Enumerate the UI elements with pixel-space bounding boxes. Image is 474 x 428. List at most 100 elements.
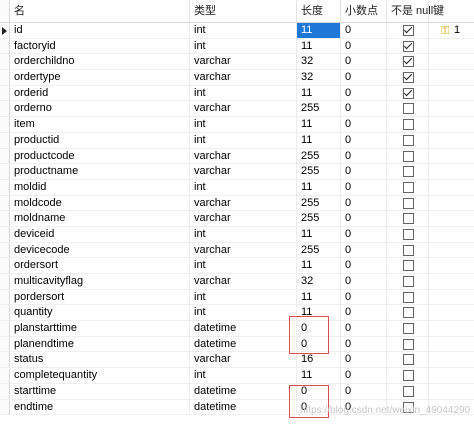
- field-type-cell[interactable]: varchar: [190, 274, 297, 290]
- field-type-cell[interactable]: int: [190, 289, 297, 306]
- not-null-checkbox[interactable]: [403, 244, 414, 256]
- row-indicator[interactable]: [0, 211, 10, 227]
- field-not-null-cell[interactable]: [387, 242, 429, 259]
- not-null-checkbox[interactable]: [403, 213, 414, 225]
- field-name-cell[interactable]: id: [10, 23, 190, 39]
- field-not-null-cell[interactable]: [387, 368, 429, 384]
- field-type-cell[interactable]: varchar: [190, 54, 297, 71]
- field-length-cell[interactable]: 11: [297, 38, 341, 55]
- table-row[interactable]: pordersort int 11 0: [0, 289, 474, 306]
- row-indicator[interactable]: [0, 258, 10, 274]
- field-decimals-cell[interactable]: 0: [341, 117, 387, 133]
- field-not-null-cell[interactable]: [387, 211, 429, 227]
- table-row[interactable]: ordertype varchar 32 0: [0, 70, 474, 86]
- field-key-cell[interactable]: [429, 101, 474, 118]
- field-key-cell[interactable]: [429, 180, 474, 196]
- field-not-null-cell[interactable]: [387, 132, 429, 149]
- table-row[interactable]: deviceid int 11 0: [0, 226, 474, 243]
- table-row[interactable]: starttime datetime 0 0: [0, 383, 474, 400]
- row-indicator[interactable]: [0, 164, 10, 180]
- not-null-checkbox[interactable]: [403, 150, 414, 162]
- field-not-null-cell[interactable]: [387, 321, 429, 337]
- field-key-cell[interactable]: [429, 164, 474, 180]
- field-type-cell[interactable]: int: [190, 179, 297, 196]
- field-name-cell[interactable]: deviceid: [10, 226, 190, 243]
- row-indicator[interactable]: [0, 85, 10, 102]
- field-type-cell[interactable]: datetime: [190, 321, 297, 337]
- field-key-cell[interactable]: [429, 337, 474, 353]
- field-not-null-cell[interactable]: [387, 352, 429, 369]
- not-null-checkbox[interactable]: [403, 56, 414, 68]
- table-row[interactable]: moldname varchar 255 0: [0, 211, 474, 227]
- not-null-checkbox[interactable]: [403, 40, 414, 52]
- field-length-cell[interactable]: 255: [297, 195, 341, 212]
- field-key-cell[interactable]: [429, 384, 474, 400]
- row-indicator[interactable]: [0, 195, 10, 212]
- field-key-cell[interactable]: [429, 305, 474, 322]
- field-not-null-cell[interactable]: [387, 383, 429, 400]
- field-type-cell[interactable]: varchar: [190, 211, 297, 227]
- field-key-cell[interactable]: [429, 86, 474, 102]
- row-indicator[interactable]: [0, 70, 10, 86]
- column-header-key[interactable]: 键: [429, 0, 474, 22]
- field-not-null-cell[interactable]: [387, 195, 429, 212]
- not-null-checkbox[interactable]: [403, 260, 414, 272]
- field-type-cell[interactable]: int: [190, 23, 297, 39]
- column-header-name[interactable]: 名: [10, 0, 190, 22]
- field-decimals-cell[interactable]: 0: [341, 274, 387, 290]
- not-null-checkbox[interactable]: [403, 166, 414, 178]
- field-type-cell[interactable]: int: [190, 132, 297, 149]
- row-indicator[interactable]: [0, 352, 10, 369]
- field-type-cell[interactable]: varchar: [190, 101, 297, 118]
- field-name-cell[interactable]: planstarttime: [10, 321, 190, 337]
- table-row[interactable]: orderid int 11 0: [0, 85, 474, 102]
- not-null-checkbox[interactable]: [403, 370, 414, 382]
- field-name-cell[interactable]: ordersort: [10, 258, 190, 274]
- field-decimals-cell[interactable]: 0: [341, 148, 387, 165]
- row-indicator[interactable]: [0, 23, 10, 39]
- field-length-cell[interactable]: 32: [297, 274, 341, 290]
- field-name-cell[interactable]: moldname: [10, 211, 190, 227]
- field-key-cell[interactable]: [429, 133, 474, 149]
- field-length-cell[interactable]: 11: [297, 132, 341, 149]
- row-indicator[interactable]: [0, 336, 10, 353]
- field-not-null-cell[interactable]: [387, 23, 429, 39]
- field-decimals-cell[interactable]: 0: [341, 179, 387, 196]
- field-name-cell[interactable]: pordersort: [10, 289, 190, 306]
- field-length-cell[interactable]: 11: [297, 226, 341, 243]
- row-indicator[interactable]: [0, 289, 10, 306]
- row-indicator[interactable]: [0, 368, 10, 384]
- field-length-cell[interactable]: 255: [297, 101, 341, 118]
- table-row[interactable]: status varchar 16 0: [0, 352, 474, 369]
- field-decimals-cell[interactable]: 0: [341, 23, 387, 39]
- field-decimals-cell[interactable]: 0: [341, 132, 387, 149]
- field-not-null-cell[interactable]: [387, 226, 429, 243]
- field-length-cell[interactable]: 11: [297, 258, 341, 274]
- row-indicator[interactable]: [0, 179, 10, 196]
- row-indicator[interactable]: [0, 305, 10, 322]
- row-indicator[interactable]: [0, 54, 10, 71]
- field-name-cell[interactable]: item: [10, 117, 190, 133]
- table-row[interactable]: factoryid int 11 0: [0, 38, 474, 55]
- not-null-checkbox[interactable]: [403, 134, 414, 146]
- field-name-cell[interactable]: completequantity: [10, 368, 190, 384]
- field-not-null-cell[interactable]: [387, 70, 429, 86]
- field-decimals-cell[interactable]: 0: [341, 70, 387, 86]
- field-decimals-cell[interactable]: 0: [341, 289, 387, 306]
- field-type-cell[interactable]: varchar: [190, 195, 297, 212]
- row-indicator[interactable]: [0, 132, 10, 149]
- row-indicator[interactable]: [0, 38, 10, 55]
- field-type-cell[interactable]: int: [190, 38, 297, 55]
- field-name-cell[interactable]: productid: [10, 132, 190, 149]
- field-decimals-cell[interactable]: 0: [341, 352, 387, 369]
- field-length-cell[interactable]: 255: [297, 242, 341, 259]
- field-not-null-cell[interactable]: [387, 274, 429, 290]
- field-name-cell[interactable]: starttime: [10, 383, 190, 400]
- field-length-cell[interactable]: 11: [297, 368, 341, 384]
- field-length-cell[interactable]: 255: [297, 148, 341, 165]
- row-indicator[interactable]: [0, 321, 10, 337]
- column-header-decimals[interactable]: 小数点: [341, 0, 387, 22]
- field-type-cell[interactable]: varchar: [190, 70, 297, 86]
- field-key-cell[interactable]: [429, 352, 474, 369]
- field-type-cell[interactable]: int: [190, 258, 297, 274]
